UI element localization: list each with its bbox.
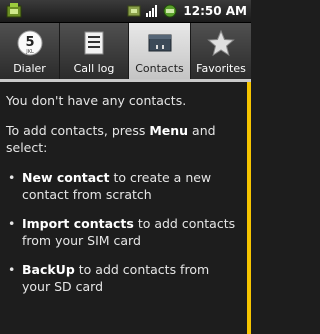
battery-icon bbox=[163, 4, 177, 18]
bullet-dot: • bbox=[8, 216, 16, 231]
tab-dialer-label: Dialer bbox=[13, 62, 46, 75]
svg-text:5: 5 bbox=[25, 35, 34, 50]
tab-dialer[interactable]: 5 JKL Dialer bbox=[0, 23, 60, 79]
notification-icon[interactable] bbox=[6, 3, 22, 18]
tab-call-log[interactable]: Call log bbox=[60, 23, 129, 79]
svg-text:JKL: JKL bbox=[25, 49, 34, 55]
contacts-empty-view[interactable]: You don't have any contacts. To add cont… bbox=[0, 82, 247, 334]
tab-call-log-label: Call log bbox=[73, 62, 115, 75]
bullet-dot: • bbox=[8, 262, 16, 277]
list-item-backup: • BackUp to add contacts from your SD car… bbox=[6, 261, 238, 295]
contacts-icon bbox=[148, 34, 171, 52]
status-time: 12:50 AM bbox=[183, 4, 247, 18]
status-icons: 12:50 AM bbox=[127, 0, 247, 22]
list-item-new-contact: • New contact to create a new contact fro… bbox=[6, 169, 238, 203]
tab-favorites[interactable]: Favorites bbox=[191, 23, 251, 79]
call-log-icon bbox=[84, 31, 104, 55]
tab-bar: 5 JKL Dialer Call log Contacts Favorites bbox=[0, 23, 251, 79]
tab-contacts[interactable]: Contacts bbox=[129, 23, 191, 79]
list-item-import-contacts: • Import contacts to add contacts from yo… bbox=[6, 215, 238, 249]
signal-icon bbox=[146, 5, 158, 17]
star-icon bbox=[207, 29, 235, 57]
menu-keyword: Menu bbox=[149, 123, 189, 138]
status-bar: 12:50 AM bbox=[0, 0, 251, 23]
option-title: Import contacts bbox=[22, 216, 134, 231]
tab-favorites-label: Favorites bbox=[196, 62, 246, 75]
option-title: BackUp bbox=[22, 262, 75, 277]
empty-message: You don't have any contacts. bbox=[6, 93, 187, 108]
bullet-dot: • bbox=[8, 170, 16, 185]
screen: 12:50 AM 5 JKL Dialer Call log Contacts … bbox=[0, 0, 251, 334]
usb-icon bbox=[127, 5, 141, 17]
option-title: New contact bbox=[22, 170, 110, 185]
add-instruction: To add contacts, press Menu and select: bbox=[6, 122, 238, 156]
option-list: • New contact to create a new contact fro… bbox=[6, 169, 238, 295]
dialer-icon: 5 JKL bbox=[17, 30, 42, 56]
scrollbar[interactable] bbox=[247, 82, 251, 334]
instruction-text: To add contacts, press bbox=[6, 123, 150, 138]
tab-contacts-label: Contacts bbox=[135, 62, 184, 75]
empty-text-block: You don't have any contacts. To add cont… bbox=[6, 92, 238, 307]
